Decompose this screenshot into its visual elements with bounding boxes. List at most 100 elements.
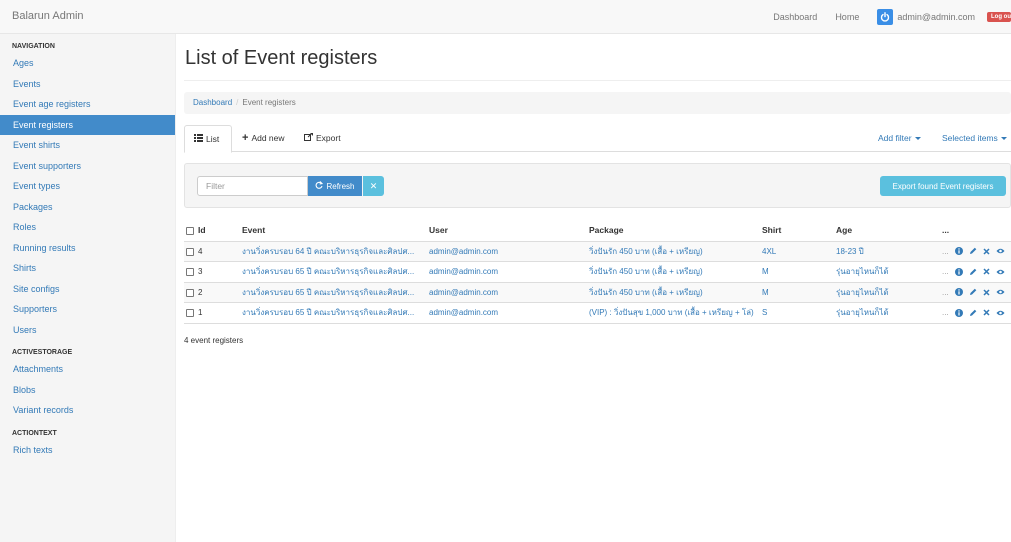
cell-user-link[interactable]: admin@admin.com <box>427 241 587 262</box>
info-icon[interactable] <box>954 247 963 256</box>
action-tabs: List + Add new Export Add filter Selecte… <box>184 125 1011 153</box>
filter-bar: Refresh ✕ Export found Event registers <box>184 163 1011 208</box>
sidebar-item-roles[interactable]: Roles <box>0 217 175 238</box>
info-icon[interactable] <box>954 308 963 317</box>
cell-actions: ... <box>940 302 1011 324</box>
sidebar-item-variant-records[interactable]: Variant records <box>0 400 175 421</box>
tab-export-label: Export <box>316 133 341 143</box>
cell-package-link[interactable]: วิ่งปันรัก 450 บาท (เสื้อ + เหรียญ) <box>587 241 760 262</box>
cell-event-link[interactable]: งานวิ่งครบรอบ 65 ปี คณะบริหารธุรกิจและศิ… <box>240 282 427 303</box>
eye-icon[interactable] <box>996 310 1005 316</box>
table-row: 4 งานวิ่งครบรอบ 64 ปี คณะบริหารธุรกิจและ… <box>184 241 1011 262</box>
eye-icon[interactable] <box>996 289 1005 295</box>
column-header-actions: ... <box>940 220 1011 242</box>
refresh-icon <box>315 181 324 191</box>
clear-filter-button[interactable]: ✕ <box>363 176 384 196</box>
tab-add-new-label: Add new <box>251 133 285 143</box>
sidebar-item-attachments[interactable]: Attachments <box>0 359 175 380</box>
cell-package-link[interactable]: วิ่งปันรัก 450 บาท (เสื้อ + เหรียญ) <box>587 261 760 283</box>
logout-button[interactable]: Log out <box>987 12 1011 22</box>
cell-shirt-link[interactable]: M <box>760 282 834 303</box>
pencil-icon[interactable] <box>969 247 977 255</box>
tab-add-new[interactable]: + Add new <box>242 125 285 152</box>
tab-list[interactable]: List <box>184 125 232 153</box>
cell-shirt-link[interactable]: S <box>760 302 834 324</box>
cell-user-link[interactable]: admin@admin.com <box>427 282 587 303</box>
row-checkbox[interactable] <box>186 247 194 256</box>
delete-icon[interactable] <box>983 289 990 296</box>
cell-age-link[interactable]: รุ่นอายุไหนก็ได้ <box>834 261 940 283</box>
table-row: 1 งานวิ่งครบรอบ 65 ปี คณะบริหารธุรกิจและ… <box>184 302 1011 324</box>
sidebar-item-ages[interactable]: Ages <box>0 53 175 74</box>
column-header-shirt[interactable]: Shirt <box>760 220 834 242</box>
sidebar-header-actiontext: Actiontext <box>12 429 57 437</box>
sidebar-header-activestorage: Activestorage <box>12 349 73 356</box>
cell-package-link[interactable]: วิ่งปันรัก 450 บาท (เสื้อ + เหรียญ) <box>587 282 760 303</box>
record-count: 4 event registers <box>184 336 244 345</box>
brand-link[interactable]: Balarun Admin <box>12 10 84 22</box>
sidebar-item-event-shirts[interactable]: Event shirts <box>0 135 175 156</box>
sidebar-item-event-registers[interactable]: Event registers <box>0 114 175 135</box>
tab-list-label: List <box>206 133 220 144</box>
plus-icon: + <box>242 132 249 144</box>
sidebar-item-rich-texts[interactable]: Rich texts <box>0 440 175 461</box>
select-all-checkbox[interactable] <box>186 227 194 235</box>
column-header-package[interactable]: Package <box>587 220 760 242</box>
sidebar-item-event-age-registers[interactable]: Event age registers <box>0 94 175 115</box>
cell-event-link[interactable]: งานวิ่งครบรอบ 64 ปี คณะบริหารธุรกิจและศิ… <box>240 241 427 262</box>
cell-shirt-link[interactable]: M <box>760 261 834 283</box>
selected-items-dropdown[interactable]: Selected items <box>942 125 1007 152</box>
cell-shirt-link[interactable]: 4XL <box>760 241 834 262</box>
sidebar-item-blobs[interactable]: Blobs <box>0 380 175 401</box>
delete-icon[interactable] <box>983 248 990 255</box>
user-menu[interactable]: admin@admin.com <box>877 9 975 25</box>
cell-age-link[interactable]: รุ่นอายุไหนก็ได้ <box>834 282 940 303</box>
delete-icon[interactable] <box>983 309 990 316</box>
cell-event-link[interactable]: งานวิ่งครบรอบ 65 ปี คณะบริหารธุรกิจและศิ… <box>240 302 427 324</box>
nav-dashboard-link[interactable]: Dashboard <box>773 12 817 22</box>
cell-user-link[interactable]: admin@admin.com <box>427 302 587 324</box>
sidebar-item-site-configs[interactable]: Site configs <box>0 279 175 300</box>
pencil-icon[interactable] <box>969 309 977 317</box>
breadcrumb-current: Event registers <box>242 98 296 107</box>
info-icon[interactable] <box>954 267 963 276</box>
sidebar-item-shirts[interactable]: Shirts <box>0 258 175 279</box>
delete-icon[interactable] <box>983 268 990 275</box>
eye-icon[interactable] <box>996 248 1005 254</box>
column-header-event[interactable]: Event <box>240 220 427 242</box>
sidebar-item-running-results[interactable]: Running results <box>0 238 175 259</box>
row-checkbox[interactable] <box>186 309 194 318</box>
cell-age-link[interactable]: 18-23 ปี <box>834 241 940 262</box>
eye-icon[interactable] <box>996 269 1005 275</box>
sidebar-item-packages[interactable]: Packages <box>0 197 175 218</box>
filter-input[interactable] <box>197 176 308 196</box>
table-header-row: Id Event User Package Shirt Age ... <box>184 220 1011 242</box>
more-text: ... <box>942 267 949 277</box>
tab-export[interactable]: Export <box>304 125 341 152</box>
sidebar-item-event-types[interactable]: Event types <box>0 176 175 197</box>
row-checkbox[interactable] <box>186 268 194 277</box>
column-header-age[interactable]: Age <box>834 220 940 242</box>
export-found-button[interactable]: Export found Event registers <box>880 176 1006 196</box>
cell-user-link[interactable]: admin@admin.com <box>427 261 587 283</box>
sidebar-item-event-supporters[interactable]: Event supporters <box>0 156 175 177</box>
cell-id: 2 <box>184 282 240 303</box>
column-header-user[interactable]: User <box>427 220 587 242</box>
breadcrumb-dashboard-link[interactable]: Dashboard <box>193 98 232 107</box>
cell-age-link[interactable]: รุ่นอายุไหนก็ได้ <box>834 302 940 324</box>
nav-home-link[interactable]: Home <box>835 12 859 22</box>
pencil-icon[interactable] <box>969 268 977 276</box>
cell-event-link[interactable]: งานวิ่งครบรอบ 65 ปี คณะบริหารธุรกิจและศิ… <box>240 261 427 283</box>
add-filter-dropdown[interactable]: Add filter <box>878 125 921 152</box>
cell-id: 1 <box>184 302 240 324</box>
cell-package-link[interactable]: (VIP) : วิ่งปันสุข 1,000 บาท (เสื้อ + เห… <box>587 302 760 324</box>
pencil-icon[interactable] <box>969 288 977 296</box>
sidebar-item-events[interactable]: Events <box>0 74 175 95</box>
sidebar-item-supporters[interactable]: Supporters <box>0 299 175 320</box>
sidebar-item-users[interactable]: Users <box>0 320 175 341</box>
row-checkbox[interactable] <box>186 288 194 297</box>
refresh-button[interactable]: Refresh <box>308 176 362 196</box>
info-icon[interactable] <box>954 288 963 297</box>
list-icon <box>194 126 203 153</box>
close-icon: ✕ <box>369 180 378 191</box>
